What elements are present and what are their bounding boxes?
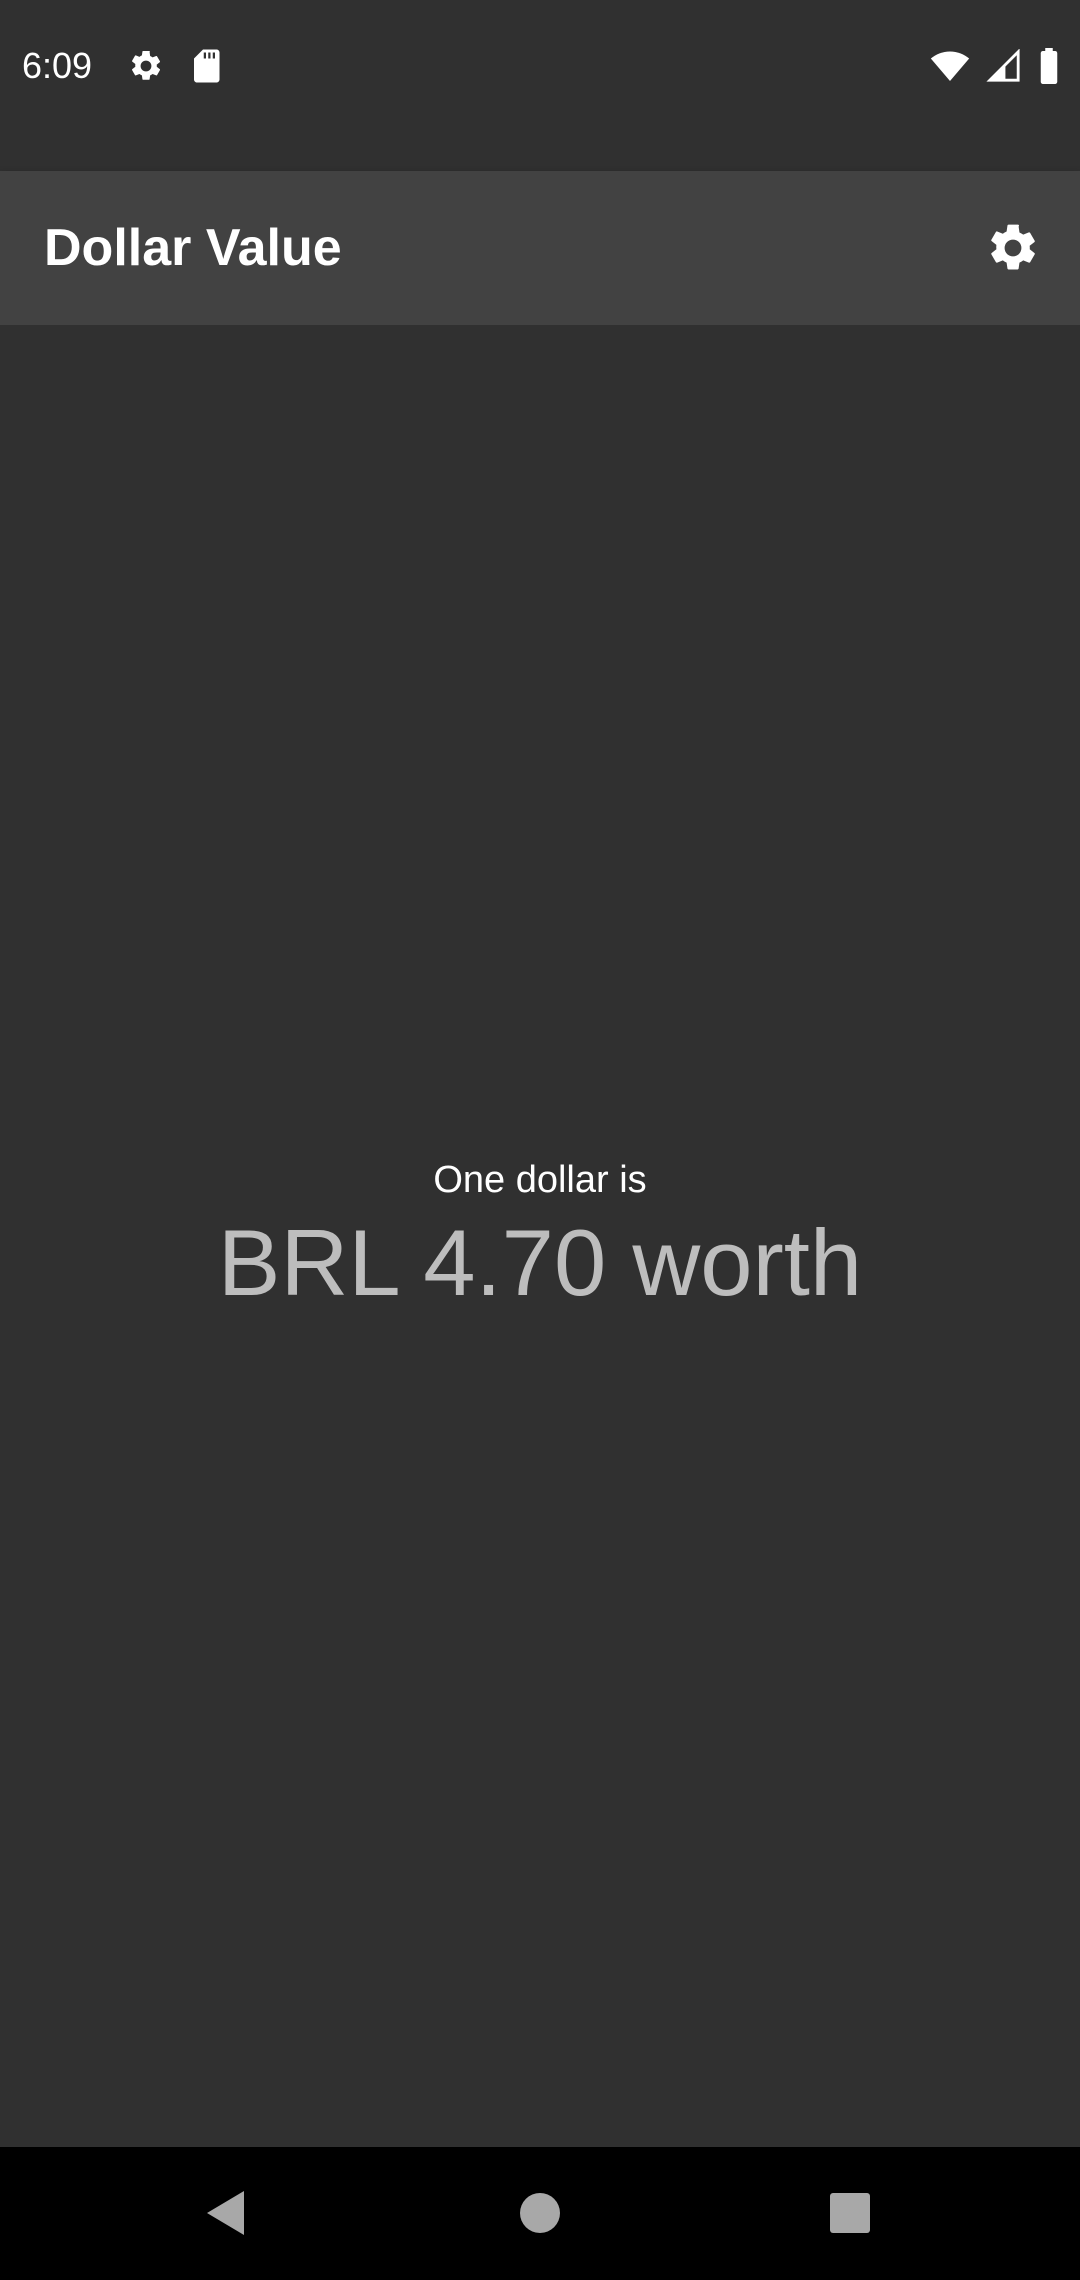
rate-caption: One dollar is — [433, 1159, 647, 1201]
battery-icon — [1038, 48, 1060, 84]
settings-gear-icon — [128, 48, 164, 84]
status-time: 6:09 — [22, 45, 93, 86]
status-notification-icons — [128, 48, 222, 84]
app-bar: Dollar Value — [0, 171, 1080, 325]
navigation-bar — [0, 2147, 1080, 2280]
exchange-rate-block: One dollar is BRL 4.70 worth — [0, 1155, 1080, 1319]
recents-button[interactable] — [810, 2173, 890, 2253]
home-icon — [519, 2192, 561, 2234]
sd-card-icon — [190, 48, 222, 84]
gear-icon — [985, 220, 1041, 276]
back-button[interactable] — [186, 2173, 266, 2253]
status-system-icons — [930, 48, 1060, 84]
status-bar: 6:09 — [0, 0, 1080, 136]
wifi-icon — [930, 49, 970, 83]
back-icon — [204, 2189, 248, 2237]
main-content: One dollar is BRL 4.70 worth — [0, 325, 1080, 2147]
rate-value: BRL 4.70 worth — [217, 1210, 863, 1315]
recents-icon — [829, 2192, 871, 2234]
home-button[interactable] — [500, 2173, 580, 2253]
cell-signal-icon — [986, 49, 1022, 83]
settings-button[interactable] — [972, 207, 1054, 289]
app-title: Dollar Value — [44, 219, 342, 277]
